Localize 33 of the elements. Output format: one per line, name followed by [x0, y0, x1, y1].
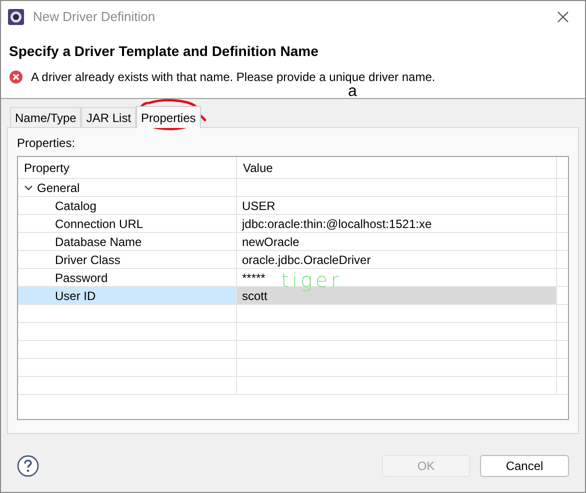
property-value: newOracle	[242, 234, 300, 250]
property-value: oracle.jdbc.OracleDriver	[242, 252, 371, 268]
expand-icon[interactable]	[24, 183, 33, 192]
property-name: Driver Class	[55, 252, 120, 268]
property-row[interactable]: Catalog USER	[18, 197, 568, 215]
close-icon[interactable]	[557, 11, 569, 23]
property-name: Connection URL	[55, 216, 144, 232]
group-name: General	[37, 180, 80, 196]
panel-label: Properties:	[17, 135, 76, 152]
app-icon	[7, 8, 25, 26]
property-row[interactable]: Database Name newOracle	[18, 233, 568, 251]
error-icon	[9, 70, 23, 84]
tab[interactable]: Name/Type	[10, 107, 82, 127]
property-name: Database Name	[55, 234, 142, 250]
cancel-button[interactable]: Cancel	[480, 455, 569, 477]
property-row[interactable]: Driver Class oracle.jdbc.OracleDriver	[18, 251, 568, 269]
error-message: A driver already exists with that name. Please provide a unique driver name.	[31, 69, 436, 86]
annotation-letter: a	[348, 83, 357, 101]
property-value: USER	[242, 198, 276, 214]
window-title: New Driver Definition	[33, 8, 156, 26]
property-name: Password	[55, 270, 108, 286]
property-value: jdbc:oracle:thin:@localhost:1521:xe	[242, 216, 432, 232]
tab[interactable]: JAR List	[81, 107, 136, 127]
help-icon[interactable]	[17, 455, 39, 477]
page-heading: Specify a Driver Template and Definition Name	[9, 42, 320, 61]
property-row[interactable]: Connection URL jdbc:oracle:thin:@localhost:1521:xe	[18, 215, 568, 233]
property-name: Catalog	[55, 198, 96, 214]
property-value: *****	[242, 270, 266, 286]
column-header[interactable]: Value	[237, 157, 557, 178]
column-header[interactable]: Property	[18, 157, 237, 178]
property-name: User ID	[55, 288, 96, 304]
tab[interactable]: Properties	[136, 106, 201, 128]
property-value: scott	[242, 288, 268, 304]
